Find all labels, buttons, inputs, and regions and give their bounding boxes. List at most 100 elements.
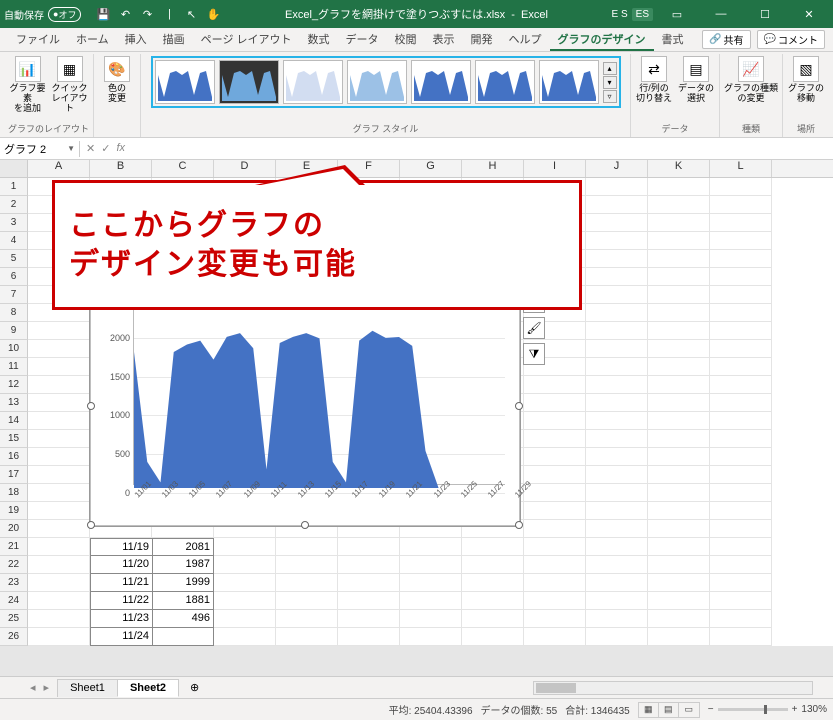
page-layout-view-button[interactable]: ▤ bbox=[659, 703, 679, 717]
cell[interactable] bbox=[28, 610, 90, 628]
cell[interactable] bbox=[524, 376, 586, 394]
row-header-16[interactable]: 16 bbox=[0, 448, 28, 466]
cell[interactable] bbox=[648, 304, 710, 322]
row-header-23[interactable]: 23 bbox=[0, 574, 28, 592]
cell[interactable] bbox=[400, 574, 462, 592]
cell[interactable] bbox=[28, 322, 90, 340]
table-row[interactable]: 11/221881 bbox=[90, 592, 214, 610]
ribbon-options-icon[interactable]: ▭ bbox=[657, 0, 697, 28]
table-row[interactable]: 11/24 bbox=[90, 628, 214, 646]
resize-handle[interactable] bbox=[87, 521, 95, 529]
cell[interactable] bbox=[648, 196, 710, 214]
col-header-H[interactable]: H bbox=[462, 160, 524, 177]
cell[interactable] bbox=[648, 592, 710, 610]
cell[interactable] bbox=[710, 520, 772, 538]
value-cell[interactable]: 1999 bbox=[152, 574, 214, 592]
cell[interactable] bbox=[648, 268, 710, 286]
zoom-slider[interactable] bbox=[718, 708, 788, 711]
cell[interactable] bbox=[586, 196, 648, 214]
quick-layout-button[interactable]: ▦ クイックレイアウト bbox=[51, 56, 89, 114]
cell[interactable] bbox=[338, 538, 400, 556]
cell[interactable] bbox=[586, 466, 648, 484]
row-header-22[interactable]: 22 bbox=[0, 556, 28, 574]
cell[interactable] bbox=[214, 538, 276, 556]
date-cell[interactable]: 11/23 bbox=[90, 610, 152, 628]
cell[interactable] bbox=[648, 556, 710, 574]
cell[interactable] bbox=[710, 322, 772, 340]
row-header-2[interactable]: 2 bbox=[0, 196, 28, 214]
cell[interactable] bbox=[214, 610, 276, 628]
cell[interactable] bbox=[648, 628, 710, 646]
row-header-6[interactable]: 6 bbox=[0, 268, 28, 286]
sheet-nav-next[interactable]: ▸ bbox=[44, 681, 50, 694]
cell[interactable] bbox=[710, 232, 772, 250]
cell[interactable] bbox=[710, 178, 772, 196]
cell[interactable] bbox=[524, 628, 586, 646]
cell[interactable] bbox=[710, 268, 772, 286]
cell[interactable] bbox=[648, 394, 710, 412]
row-header-4[interactable]: 4 bbox=[0, 232, 28, 250]
change-chart-type-button[interactable]: 📈 グラフの種類の変更 bbox=[724, 56, 778, 104]
switch-row-col-button[interactable]: ⇄ 行/列の切り替え bbox=[635, 56, 673, 104]
cell[interactable] bbox=[648, 214, 710, 232]
cell[interactable] bbox=[586, 322, 648, 340]
cell[interactable] bbox=[586, 592, 648, 610]
tab-ヘルプ[interactable]: ヘルプ bbox=[501, 29, 550, 51]
cell[interactable] bbox=[710, 358, 772, 376]
row-header-7[interactable]: 7 bbox=[0, 286, 28, 304]
cell[interactable] bbox=[648, 538, 710, 556]
col-header-I[interactable]: I bbox=[524, 160, 586, 177]
undo-icon[interactable]: ↶ bbox=[117, 6, 133, 22]
cell[interactable] bbox=[462, 574, 524, 592]
resize-handle[interactable] bbox=[301, 521, 309, 529]
cell[interactable] bbox=[648, 502, 710, 520]
style-more[interactable]: ▿ bbox=[603, 90, 617, 103]
cell[interactable] bbox=[28, 628, 90, 646]
autosave-toggle[interactable]: 自動保存 ● オフ bbox=[4, 7, 81, 22]
cell[interactable] bbox=[462, 592, 524, 610]
cell[interactable] bbox=[28, 340, 90, 358]
cell[interactable] bbox=[710, 466, 772, 484]
cell[interactable] bbox=[586, 250, 648, 268]
chart-style-5[interactable] bbox=[411, 60, 471, 104]
row-header-9[interactable]: 9 bbox=[0, 322, 28, 340]
cell[interactable] bbox=[28, 574, 90, 592]
chart-style-2[interactable] bbox=[219, 60, 279, 104]
cell[interactable] bbox=[710, 214, 772, 232]
cell[interactable] bbox=[648, 376, 710, 394]
sheet-nav-prev[interactable]: ◂ bbox=[30, 681, 36, 694]
cell[interactable] bbox=[28, 556, 90, 574]
cell[interactable] bbox=[400, 556, 462, 574]
chart-object[interactable]: + 🖌 ⧩ 05001000150020002500 11/0111/0311/… bbox=[90, 286, 520, 526]
resize-handle[interactable] bbox=[515, 521, 523, 529]
cell[interactable] bbox=[524, 538, 586, 556]
cell[interactable] bbox=[524, 394, 586, 412]
date-cell[interactable]: 11/24 bbox=[90, 628, 152, 646]
row-header-24[interactable]: 24 bbox=[0, 592, 28, 610]
cell[interactable] bbox=[400, 538, 462, 556]
row-header-1[interactable]: 1 bbox=[0, 178, 28, 196]
row-header-18[interactable]: 18 bbox=[0, 484, 28, 502]
cell[interactable] bbox=[586, 412, 648, 430]
cell[interactable] bbox=[710, 430, 772, 448]
cell[interactable] bbox=[586, 340, 648, 358]
cell[interactable] bbox=[710, 592, 772, 610]
area-series[interactable] bbox=[134, 299, 505, 488]
zoom-out-icon[interactable]: − bbox=[708, 704, 714, 715]
date-cell[interactable]: 11/22 bbox=[90, 592, 152, 610]
cell[interactable] bbox=[648, 466, 710, 484]
cell[interactable] bbox=[28, 376, 90, 394]
redo-icon[interactable]: ↷ bbox=[139, 6, 155, 22]
table-row[interactable]: 11/192081 bbox=[90, 538, 214, 556]
cells-area[interactable]: ここからグラフの デザイン変更も可能 + 🖌 ⧩ 05001 bbox=[28, 178, 772, 646]
sheet-tab-Sheet1[interactable]: Sheet1 bbox=[57, 679, 118, 697]
cell[interactable] bbox=[710, 556, 772, 574]
cell[interactable] bbox=[586, 358, 648, 376]
row-header-11[interactable]: 11 bbox=[0, 358, 28, 376]
add-sheet-button[interactable]: ⊕ bbox=[178, 679, 202, 696]
row-header-3[interactable]: 3 bbox=[0, 214, 28, 232]
cell[interactable] bbox=[710, 574, 772, 592]
cell[interactable] bbox=[710, 376, 772, 394]
col-header-J[interactable]: J bbox=[586, 160, 648, 177]
cell[interactable] bbox=[338, 628, 400, 646]
